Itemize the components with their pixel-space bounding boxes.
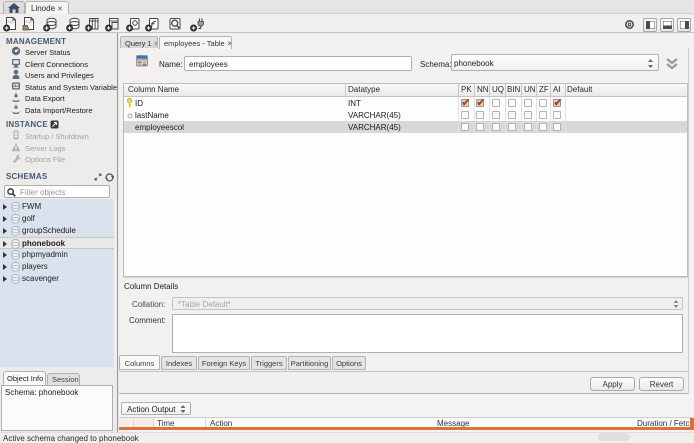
svg-text:SQL: SQL: [7, 20, 14, 24]
svg-text:SQL: SQL: [25, 20, 32, 24]
